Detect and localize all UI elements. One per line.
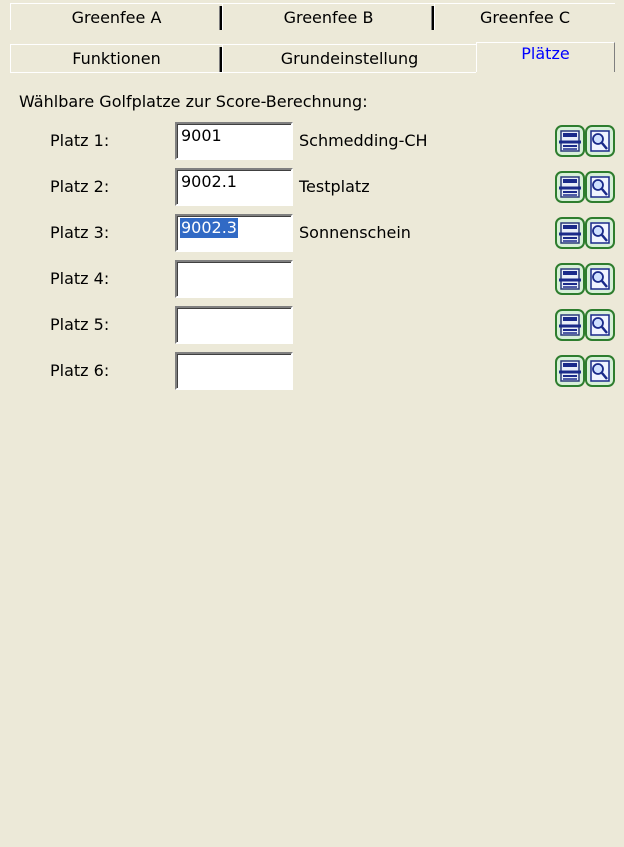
course-row: Platz 6: [0,352,624,390]
course-row: Platz 4: [0,260,624,298]
course-row: Platz 2: 9002.1 Testplatz [0,168,624,206]
tab-label: Greenfee B [283,7,374,27]
course-name: Sonnenschein [299,223,411,242]
course-buttons [555,263,615,295]
course-row: Platz 1: 9001 Schmedding-CH [0,122,624,160]
course-number-input[interactable]: 9002.3 [175,214,293,252]
course-search-button[interactable] [585,355,615,387]
search-icon [590,176,610,198]
course-label: Platz 5: [50,315,110,334]
tab-label: Greenfee A [71,7,162,27]
course-label: Platz 6: [50,361,110,380]
tab-funktionen[interactable]: Funktionen [10,44,222,72]
tab-label: Grundeinstellung [280,49,419,68]
course-buttons [555,309,615,341]
course-search-button[interactable] [585,263,615,295]
course-buttons [555,355,615,387]
course-number-value: 9002.3 [180,218,238,238]
course-number-input[interactable] [175,306,293,344]
course-list-button[interactable] [555,355,585,387]
tab-panel-border [10,72,476,73]
course-list-button[interactable] [555,171,585,203]
course-search-button[interactable] [585,217,615,249]
search-icon [590,360,610,382]
course-label: Platz 4: [50,269,110,288]
course-row: Platz 5: [0,306,624,344]
course-list-button[interactable] [555,263,585,295]
tab-plaetze[interactable]: Plätze [476,42,615,72]
course-list-button[interactable] [555,309,585,341]
tab-label: Greenfee C [479,7,571,27]
list-icon [559,222,581,244]
course-number-value: 9002.1 [181,172,237,191]
course-row: Platz 3: 9002.3 Sonnenschein [0,214,624,252]
tab-row-bottom: Funktionen Grundeinstellung Plätze [10,42,615,72]
course-name: Testplatz [299,177,370,196]
course-list-button[interactable] [555,217,585,249]
course-name: Schmedding-CH [299,131,428,150]
tab-greenfee-b[interactable]: Greenfee B [222,3,434,30]
course-list-button[interactable] [555,125,585,157]
course-number-value: 9001 [181,126,222,145]
tab-label: Funktionen [72,49,161,68]
list-icon [559,360,581,382]
tab-greenfee-a[interactable]: Greenfee A [10,3,222,30]
course-label: Platz 3: [50,223,110,242]
list-icon [559,268,581,290]
tab-greenfee-c[interactable]: Greenfee C [434,3,615,30]
course-search-button[interactable] [585,171,615,203]
search-icon [590,314,610,336]
group-label: Wählbare Golfplatze zur Score-Berechnung… [19,92,368,111]
course-number-input[interactable] [175,260,293,298]
search-icon [590,222,610,244]
course-buttons [555,217,615,249]
course-number-input[interactable]: 9001 [175,122,293,160]
course-number-input[interactable] [175,352,293,390]
course-buttons [555,171,615,203]
search-icon [590,268,610,290]
tab-grundeinstellung[interactable]: Grundeinstellung [222,44,476,72]
course-number-input[interactable]: 9002.1 [175,168,293,206]
course-search-button[interactable] [585,125,615,157]
list-icon [559,314,581,336]
course-label: Platz 2: [50,177,110,196]
course-search-button[interactable] [585,309,615,341]
course-label: Platz 1: [50,131,110,150]
course-buttons [555,125,615,157]
list-icon [559,130,581,152]
search-icon [590,130,610,152]
list-icon [559,176,581,198]
tab-row-top: Greenfee A Greenfee B Greenfee C [10,3,615,30]
tab-label: Plätze [521,44,570,63]
